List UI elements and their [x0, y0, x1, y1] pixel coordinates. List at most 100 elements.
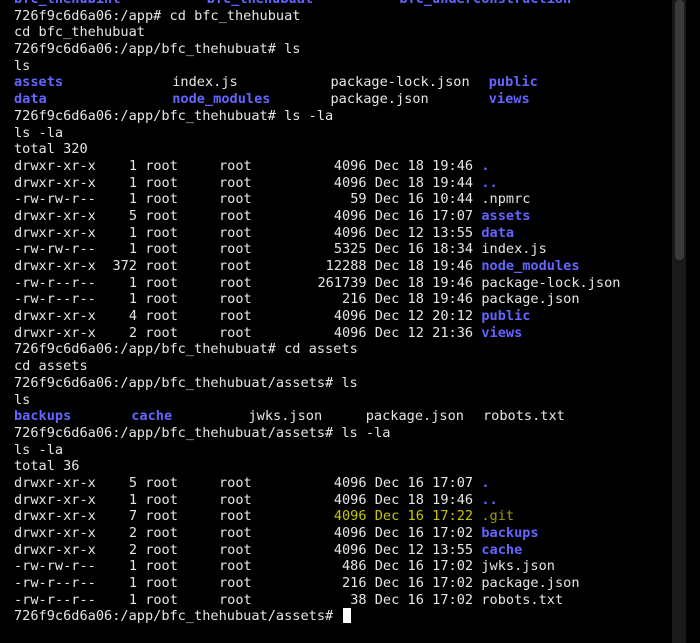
shell-prompt: 726f9c6d6a06:/app/bfc_thehubuat# [14, 341, 276, 358]
file-size: 4096 [333, 491, 367, 508]
time: 19:46 [432, 291, 474, 308]
month: Dec [374, 324, 400, 341]
shell-prompt: 726f9c6d6a06:/app/bfc_thehubuat# [14, 41, 276, 58]
shell-prompt: 726f9c6d6a06:/app/bfc_thehubuat/assets# [14, 374, 334, 391]
month: Dec [374, 207, 400, 224]
listing-row: drwxr-xr-x 2 root root 4096 Dec 16 17:02 backu… [14, 525, 672, 542]
directory-name: views [481, 324, 523, 341]
month: Dec [374, 591, 400, 608]
owner: root [145, 191, 178, 208]
time: 17:02 [432, 525, 474, 541]
prompt-line: 726f9c6d6a06:/app/bfc_thehubuat/assets# … [14, 375, 672, 392]
file-name: .npmrc [481, 191, 531, 208]
day: 12 [407, 541, 424, 558]
listing-row: -rw-r--r-- 1 root root 216 Dec 18 19:46 packag… [14, 291, 672, 308]
time: 17:22 [432, 508, 474, 525]
file-name: package.json [330, 91, 429, 108]
directory-name: bfc_thehubuat [207, 0, 400, 8]
time: 19:46 [432, 157, 474, 174]
file-name: index.js [172, 74, 238, 91]
month: Dec [374, 308, 400, 325]
directory-name: assets [14, 74, 64, 91]
file-name: package-lock.json [330, 74, 470, 91]
command-echo-text: ls -la [14, 124, 64, 141]
day: 18 [407, 157, 424, 174]
text-cursor[interactable] [343, 608, 352, 624]
command-echo: cd assets [14, 358, 672, 375]
command-echo: ls -la [14, 442, 672, 459]
shell-prompt: 726f9c6d6a06:/app# [14, 7, 162, 24]
file-name: package.json [481, 575, 580, 592]
command-text: ls -la [284, 107, 334, 124]
month: Dec [374, 558, 400, 575]
day: 16 [407, 207, 424, 224]
directory-name: cache [481, 541, 523, 558]
file-size: 4096 [333, 525, 367, 541]
directory-name: assets [481, 207, 531, 224]
month: Dec [374, 291, 400, 308]
ls-row: backups cache jwks.json package.json robots.… [14, 408, 672, 425]
day: 16 [407, 508, 424, 525]
permissions: -rw-r--r-- [14, 591, 96, 608]
listing-row: drwxr-xr-x 1 root root 4096 Dec 18 19:46. [14, 158, 672, 175]
link-count: 1 [128, 157, 137, 174]
owner: root [145, 308, 178, 325]
command-echo: ls -la [14, 125, 672, 142]
listing-row: -rw-r--r-- 1 root root 261739 Dec 18 19:46 pac… [14, 275, 672, 292]
group: root [218, 191, 252, 208]
owner: root [145, 474, 178, 491]
month: Dec [374, 508, 400, 525]
group: root [218, 575, 252, 592]
day: 16 [407, 241, 424, 258]
listing-row: drwxr-xr-x 7 root root 4096 Dec 16 17:22 .git [14, 508, 672, 525]
command-echo-text: ls [14, 391, 31, 408]
file-name: .git [481, 508, 515, 525]
day: 12 [407, 324, 424, 341]
owner: root [145, 174, 178, 191]
month: Dec [374, 224, 400, 241]
link-count: 2 [128, 324, 137, 341]
time: 17:02 [432, 591, 474, 608]
file-name: index.js [481, 241, 547, 258]
month: Dec [374, 274, 400, 291]
day: 16 [407, 558, 424, 575]
permissions: -rw-r--r-- [14, 291, 96, 308]
time: 17:02 [432, 575, 474, 592]
day: 16 [407, 474, 424, 491]
total-count: total 320 [14, 141, 88, 158]
scrollbar-thumb[interactable] [675, 0, 684, 260]
link-count: 5 [128, 474, 137, 491]
group: root [218, 291, 252, 308]
link-count: 1 [128, 291, 137, 308]
permissions: drwxr-xr-x [14, 324, 96, 341]
month: Dec [374, 474, 400, 491]
day: 16 [407, 591, 424, 608]
file-size: 4096 [333, 308, 367, 325]
link-count: 4 [128, 308, 137, 325]
time: 13:55 [432, 224, 474, 241]
listing-row: drwxr-xr-x 2 root root 4096 Dec 12 21:36 views [14, 325, 672, 342]
time: 10:44 [432, 191, 474, 208]
group: root [218, 241, 252, 258]
group: root [218, 541, 252, 558]
command-echo: ls [14, 58, 672, 75]
directory-name: backups [481, 525, 539, 541]
file-name: package.json [481, 291, 580, 308]
owner: root [145, 207, 178, 224]
file-name: robots.txt [481, 591, 564, 608]
time: 18:34 [432, 241, 474, 258]
shell-prompt: 726f9c6d6a06:/app/bfc_thehubuat/assets# [14, 608, 334, 625]
file-name: jwks.json [248, 408, 323, 425]
ls-row: data node_modules package.json views [14, 91, 672, 108]
terminal-window[interactable]: bfc_thehubintbfc_thehubuatbfc_underconst… [0, 0, 686, 643]
link-count: 1 [128, 491, 137, 508]
group: root [218, 474, 252, 491]
scrollbar[interactable] [672, 0, 686, 643]
directory-name: .. [481, 491, 498, 508]
listing-row: -rw-rw-r-- 1 root root 59 Dec 16 10:44 .npmrc [14, 191, 672, 208]
file-size: 4096 [333, 324, 367, 341]
day: 16 [407, 525, 424, 541]
directory-name: data [14, 91, 47, 108]
terminal-output: bfc_thehubintbfc_thehubuatbfc_underconst… [14, 0, 672, 625]
permissions: -rw-rw-r-- [14, 191, 96, 208]
